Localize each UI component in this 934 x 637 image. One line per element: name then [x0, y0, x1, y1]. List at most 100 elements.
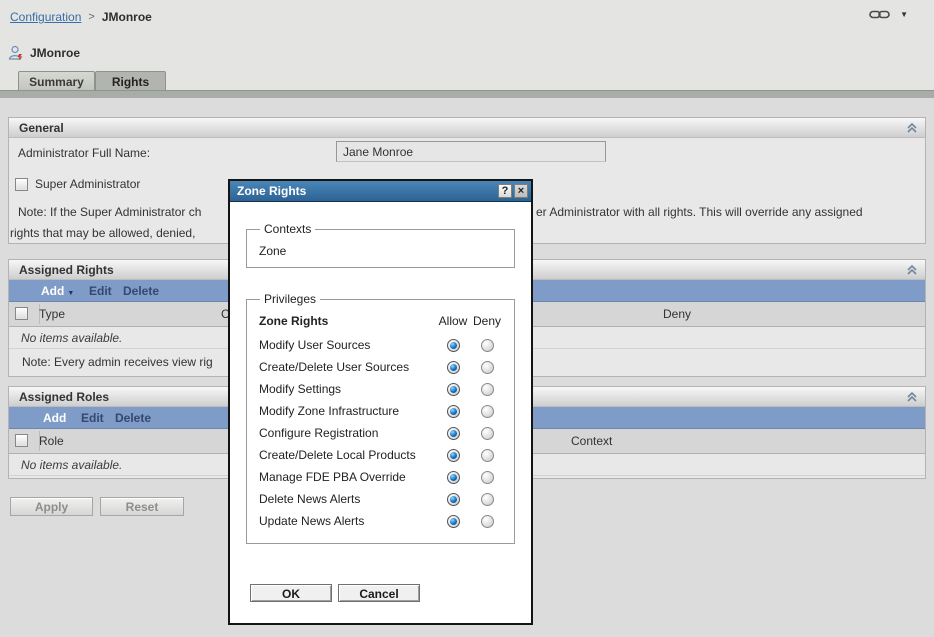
- breadcrumb-current: JMonroe: [102, 10, 152, 24]
- privileges-group-title: Zone Rights: [257, 314, 436, 328]
- deny-radio[interactable]: [481, 471, 494, 484]
- delete-button[interactable]: Delete: [115, 411, 151, 425]
- deny-radio[interactable]: [481, 493, 494, 506]
- column-deny: Deny: [663, 307, 691, 321]
- radio-cell: [470, 361, 504, 374]
- chevron-down-icon[interactable]: ▼: [900, 10, 908, 19]
- object-header: JMonroe: [8, 45, 80, 61]
- radio-cell: [436, 471, 470, 484]
- user-badge-icon: [8, 45, 24, 61]
- reset-button[interactable]: Reset: [100, 497, 184, 516]
- radio-cell: [470, 449, 504, 462]
- close-icon[interactable]: ×: [514, 184, 528, 198]
- radio-cell: [436, 515, 470, 528]
- assigned-rights-title: Assigned Rights: [19, 263, 114, 277]
- deny-radio[interactable]: [481, 383, 494, 396]
- dialog-actions: OK Cancel: [250, 584, 420, 602]
- allow-radio[interactable]: [447, 339, 460, 352]
- collapse-chevron-icon[interactable]: [906, 122, 918, 134]
- privilege-row: Manage FDE PBA Override: [257, 466, 504, 488]
- radio-cell: [470, 515, 504, 528]
- apply-button[interactable]: Apply: [10, 497, 93, 516]
- allow-radio[interactable]: [447, 471, 460, 484]
- add-button[interactable]: Add: [43, 411, 66, 425]
- deny-radio[interactable]: [481, 361, 494, 374]
- allow-radio[interactable]: [447, 493, 460, 506]
- breadcrumb-separator: >: [88, 11, 94, 23]
- privilege-row: Configure Registration: [257, 422, 504, 444]
- dialog-title-buttons: ? ×: [498, 184, 528, 198]
- super-admin-note-line2: rights that may be allowed, denied,: [10, 226, 195, 240]
- select-all-checkbox[interactable]: [15, 307, 28, 320]
- radio-cell: [436, 383, 470, 396]
- allow-radio[interactable]: [447, 383, 460, 396]
- general-panel-title: General: [19, 121, 64, 135]
- super-admin-label: Super Administrator: [35, 177, 140, 191]
- contexts-fieldset: Contexts Zone: [246, 222, 515, 268]
- super-admin-checkbox[interactable]: [15, 178, 28, 191]
- column-role: Role: [39, 434, 64, 448]
- radio-cell: [470, 405, 504, 418]
- privileges-rows: Modify User Sources Create/Delete User So…: [257, 334, 504, 532]
- privilege-row: Modify User Sources: [257, 334, 504, 356]
- allow-radio[interactable]: [447, 449, 460, 462]
- privilege-label: Modify User Sources: [257, 338, 436, 352]
- radio-cell: [470, 383, 504, 396]
- contexts-value: Zone: [259, 244, 504, 258]
- deny-radio[interactable]: [481, 449, 494, 462]
- breadcrumb-link-configuration[interactable]: Configuration: [10, 10, 81, 24]
- collapse-chevron-icon[interactable]: [906, 391, 918, 403]
- select-all-checkbox[interactable]: [15, 434, 28, 447]
- privileges-table-header: Zone Rights Allow Deny: [257, 308, 504, 334]
- radio-cell: [470, 493, 504, 506]
- allow-radio[interactable]: [447, 515, 460, 528]
- page-title: JMonroe: [30, 46, 80, 60]
- add-button[interactable]: Add▼: [41, 284, 74, 298]
- radio-cell: [436, 493, 470, 506]
- add-dropdown-icon[interactable]: ▼: [67, 290, 74, 297]
- radio-cell: [470, 471, 504, 484]
- help-icon[interactable]: ?: [498, 184, 512, 198]
- privileges-legend: Privileges: [260, 292, 320, 306]
- allow-radio[interactable]: [447, 361, 460, 374]
- deny-radio[interactable]: [481, 339, 494, 352]
- dialog-title-bar[interactable]: Zone Rights ? ×: [230, 181, 531, 202]
- privilege-row: Create/Delete Local Products: [257, 444, 504, 466]
- deny-radio[interactable]: [481, 427, 494, 440]
- allow-column-label: Allow: [436, 314, 470, 328]
- column-type: Type: [39, 307, 65, 321]
- super-admin-note-line1-left: Note: If the Super Administrator ch: [18, 205, 201, 219]
- radio-cell: [436, 449, 470, 462]
- privilege-row: Delete News Alerts: [257, 488, 504, 510]
- privilege-label: Manage FDE PBA Override: [257, 470, 436, 484]
- top-icon-group: ▼: [869, 9, 908, 20]
- cancel-button[interactable]: Cancel: [338, 584, 420, 602]
- delete-button[interactable]: Delete: [123, 284, 159, 298]
- page: Configuration > JMonroe ▼ JMonroe Summar…: [0, 0, 934, 637]
- privilege-label: Update News Alerts: [257, 514, 436, 528]
- privilege-label: Create/Delete User Sources: [257, 360, 436, 374]
- tab-rights[interactable]: Rights: [95, 71, 166, 90]
- radio-cell: [436, 427, 470, 440]
- privilege-label: Modify Zone Infrastructure: [257, 404, 436, 418]
- collapse-chevron-icon[interactable]: [906, 264, 918, 276]
- radio-cell: [436, 361, 470, 374]
- deny-radio[interactable]: [481, 405, 494, 418]
- admin-full-name-input[interactable]: [336, 141, 606, 162]
- privileges-fieldset: Privileges Zone Rights Allow Deny Modify…: [246, 292, 515, 544]
- edit-button[interactable]: Edit: [81, 411, 104, 425]
- edit-button[interactable]: Edit: [89, 284, 112, 298]
- privilege-label: Create/Delete Local Products: [257, 448, 436, 462]
- privilege-row: Modify Settings: [257, 378, 504, 400]
- deny-radio[interactable]: [481, 515, 494, 528]
- allow-radio[interactable]: [447, 427, 460, 440]
- ok-button[interactable]: OK: [250, 584, 332, 602]
- super-admin-row: Super Administrator: [15, 177, 140, 191]
- radio-cell: [436, 405, 470, 418]
- allow-radio[interactable]: [447, 405, 460, 418]
- assigned-roles-title: Assigned Roles: [19, 390, 109, 404]
- tab-summary[interactable]: Summary: [18, 71, 95, 90]
- privilege-label: Configure Registration: [257, 426, 436, 440]
- privilege-row: Update News Alerts: [257, 510, 504, 532]
- link-chain-icon[interactable]: [869, 9, 890, 20]
